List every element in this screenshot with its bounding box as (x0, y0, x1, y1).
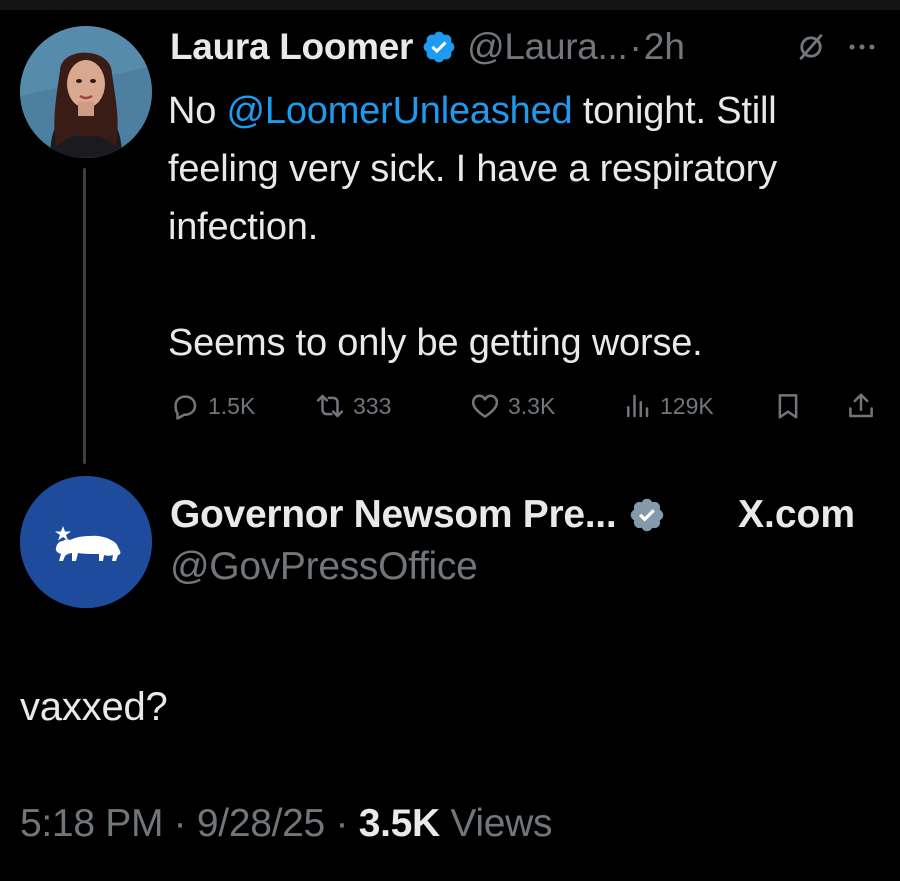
x-com-source-label: X.com (738, 493, 856, 536)
verified-badge-gray-icon[interactable] (628, 496, 666, 534)
reply-icon (174, 395, 197, 420)
profile-photo-icon (20, 26, 152, 158)
reply-count: 1.5K (208, 392, 256, 419)
reply-author-handle[interactable]: @GovPressOffice (170, 545, 478, 589)
reply-tweet-text: vaxxed? (20, 685, 168, 729)
heart-icon (471, 394, 499, 418)
views-count: 129K (660, 392, 714, 419)
original-tweet-text: No @LoomerUnleashed tonight. Still feeli… (168, 82, 883, 372)
meta-timestamp[interactable]: 5:18 PM · 9/28/25 · (20, 802, 359, 845)
share-button[interactable] (846, 386, 876, 426)
tweet-action-bar: 1.5K 333 3.3K 129K (170, 386, 885, 426)
header-separator: · (629, 26, 642, 67)
author-handle[interactable]: @Laura... (467, 26, 628, 68)
tweet-meta: 5:18 PM · 9/28/25 · 3.5K Views (20, 802, 553, 846)
views-button[interactable]: 129K (622, 386, 714, 426)
original-tweet-header: Laura Loomer @Laura... · 2h (170, 24, 685, 70)
tweet-time[interactable]: 2h (644, 26, 685, 68)
reply-author-name[interactable]: Governor Newsom Pre... (170, 493, 617, 537)
author-name[interactable]: Laura Loomer (170, 26, 413, 68)
tweet-text-start: No (168, 90, 227, 132)
california-bear-icon (20, 476, 152, 608)
repost-button[interactable]: 333 (315, 386, 391, 426)
top-strip (0, 0, 900, 10)
reply-button[interactable]: 1.5K (170, 386, 255, 426)
avatar-gov-press-office[interactable] (20, 476, 152, 608)
bookmark-button[interactable] (773, 386, 803, 426)
tweet-text-paragraph-2: Seems to only be getting worse. (168, 322, 703, 364)
bookmark-icon (778, 394, 798, 419)
meta-views-count: 3.5K (358, 802, 440, 845)
meta-views-label: Views (439, 802, 553, 845)
verified-badge-blue-icon[interactable] (421, 29, 457, 65)
like-count: 3.3K (508, 392, 556, 419)
repost-icon (316, 394, 344, 418)
thread-connector-line (83, 168, 86, 464)
reply-tweet-header: Governor Newsom Pre... (170, 490, 666, 540)
share-icon (849, 393, 873, 418)
repost-count: 333 (353, 392, 392, 419)
like-button[interactable]: 3.3K (470, 386, 555, 426)
hidden-reply-icon[interactable] (794, 30, 828, 64)
avatar-laura-loomer[interactable] (20, 26, 152, 158)
more-options-icon[interactable] (844, 30, 880, 64)
views-chart-icon (627, 394, 649, 418)
tweet-text-paragraph-1: No @LoomerUnleashed tonight. Still feeli… (168, 82, 883, 256)
mention-link[interactable]: @LoomerUnleashed (227, 90, 573, 132)
